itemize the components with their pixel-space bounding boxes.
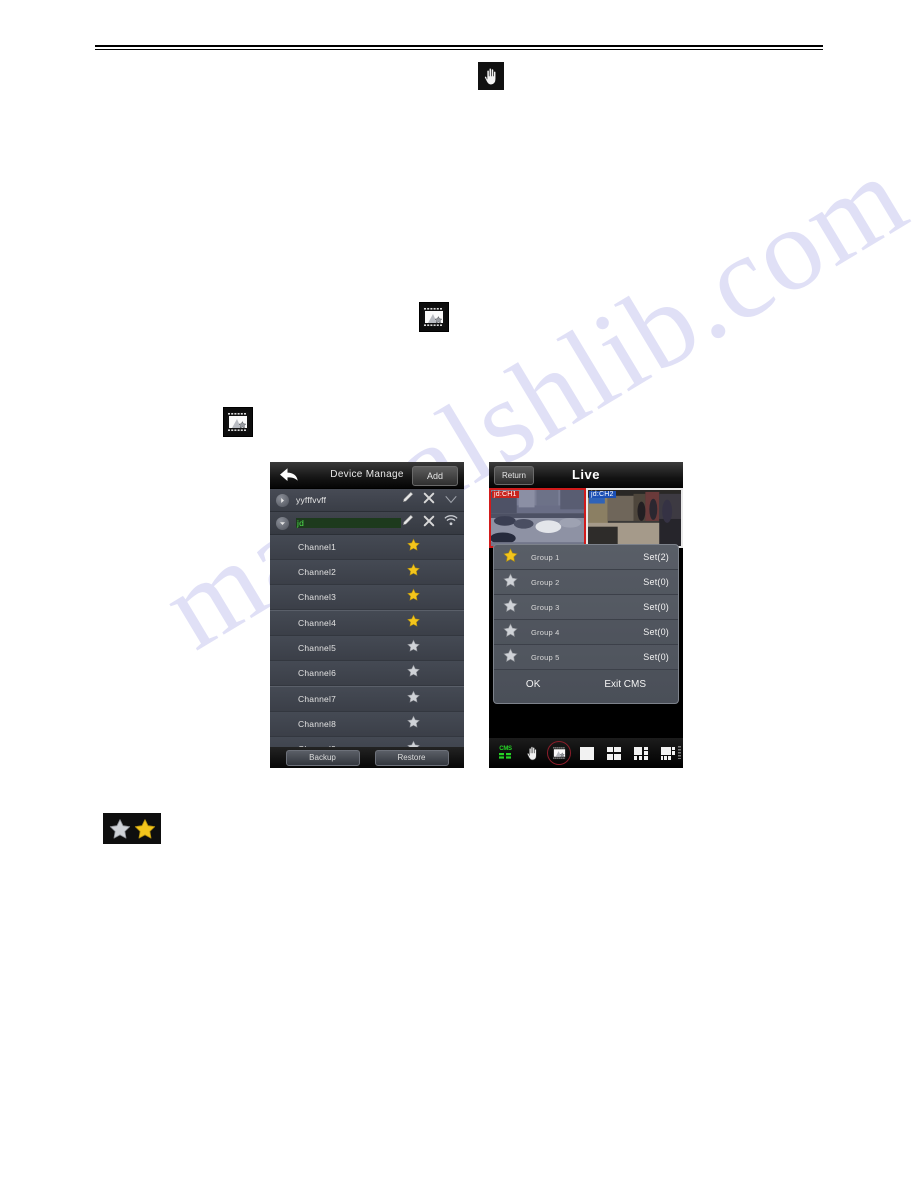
star-gold-icon[interactable] bbox=[407, 563, 420, 581]
cms-group-name: Group 1 bbox=[531, 552, 560, 562]
device-name: yyfffvvff bbox=[296, 495, 327, 505]
cms-group-set-button[interactable]: Set(0) bbox=[643, 577, 669, 587]
channel-row[interactable]: Channel6 bbox=[270, 661, 464, 686]
cms-group-icon[interactable] bbox=[551, 745, 568, 762]
channel-row[interactable]: Channel2 bbox=[270, 560, 464, 585]
cms-group-set-button[interactable]: Set(0) bbox=[643, 602, 669, 612]
channel-row[interactable]: Channel9 bbox=[270, 737, 464, 747]
channel-row[interactable]: Channel3 bbox=[270, 585, 464, 610]
cms-group-row[interactable]: Group 3 Set(0) bbox=[494, 595, 678, 620]
cms-group-set-button[interactable]: Set(2) bbox=[643, 552, 669, 562]
channel-row[interactable]: Channel5 bbox=[270, 636, 464, 661]
star-gray-icon bbox=[109, 819, 130, 839]
channel-row[interactable]: Channel1 bbox=[270, 535, 464, 560]
channel-label: Channel6 bbox=[298, 668, 336, 678]
cms-group-row[interactable]: Group 1 Set(2) bbox=[494, 545, 678, 570]
star-gray-icon[interactable] bbox=[503, 622, 519, 642]
device-manage-footer: Backup Restore bbox=[270, 747, 464, 768]
street-with-cars-scene bbox=[491, 490, 584, 546]
wifi-weak-icon bbox=[444, 491, 458, 509]
channel-tag: jd:CH1 bbox=[492, 491, 519, 498]
device-row[interactable]: jd bbox=[270, 512, 464, 535]
cms-group-icon bbox=[419, 302, 449, 332]
backup-button[interactable]: Backup bbox=[285, 750, 360, 766]
hand-icon[interactable] bbox=[524, 745, 541, 762]
add-button[interactable]: Add bbox=[412, 466, 458, 486]
video-tile[interactable]: jd:CH1 bbox=[489, 488, 586, 548]
cms-group-name: Group 5 bbox=[531, 652, 560, 662]
cms-panel-actions: OK Exit CMS bbox=[494, 670, 678, 698]
star-gray-icon[interactable] bbox=[503, 597, 519, 617]
delete-icon[interactable] bbox=[423, 514, 435, 532]
star-pair-icon bbox=[103, 813, 161, 844]
star-gold-icon[interactable] bbox=[503, 547, 519, 567]
device-manage-header: Device Manage Add bbox=[270, 462, 464, 489]
star-gray-icon[interactable] bbox=[407, 639, 420, 657]
hand-cursor-icon bbox=[478, 62, 504, 90]
live-header: Return Live bbox=[489, 462, 683, 488]
chevron-down-icon[interactable] bbox=[276, 516, 289, 530]
cms-group-set-button[interactable]: Set(0) bbox=[643, 627, 669, 637]
page-title: Live bbox=[571, 467, 600, 482]
layout-1-icon[interactable] bbox=[578, 745, 595, 762]
cms-group-name: Group 4 bbox=[531, 627, 560, 637]
device-manage-screenshot: Device Manage Add yyfffvvff jd Channel1 … bbox=[270, 462, 464, 768]
star-gold-icon[interactable] bbox=[407, 538, 420, 556]
cms-group-panel: Group 1 Set(2) Group 2 Set(0) Group 3 Se… bbox=[493, 544, 679, 704]
star-gold-icon[interactable] bbox=[407, 614, 420, 632]
channel-row[interactable]: Channel4 bbox=[270, 610, 464, 636]
star-gold-icon[interactable] bbox=[407, 588, 420, 606]
cms-group-row[interactable]: Group 2 Set(0) bbox=[494, 570, 678, 595]
video-tile[interactable]: jd:CH2 bbox=[586, 488, 683, 548]
star-gray-icon[interactable] bbox=[407, 740, 420, 747]
star-gray-icon[interactable] bbox=[407, 664, 420, 682]
star-gray-icon[interactable] bbox=[503, 572, 519, 592]
ok-button[interactable]: OK bbox=[494, 679, 572, 690]
cms-group-set-button[interactable]: Set(0) bbox=[643, 652, 669, 662]
channel-label: Channel4 bbox=[298, 618, 336, 628]
cms-icon-label: CMS bbox=[499, 745, 512, 752]
page-header-rule bbox=[95, 45, 823, 50]
channel-row[interactable]: Channel7 bbox=[270, 686, 464, 712]
live-view-screenshot: Return Live jd:CH1 jd:CH2 Group 1 Set(2)… bbox=[489, 462, 683, 768]
channel-label: Channel1 bbox=[298, 542, 336, 552]
delete-icon[interactable] bbox=[423, 491, 435, 509]
device-name: jd bbox=[296, 518, 401, 528]
channel-label: Channel9 bbox=[298, 744, 407, 747]
channel-label: Channel5 bbox=[298, 643, 336, 653]
layout-6-icon[interactable] bbox=[632, 745, 649, 762]
channel-row[interactable]: Channel8 bbox=[270, 712, 464, 737]
toolbar-scroll-hint[interactable] bbox=[678, 746, 681, 759]
channel-label: Channel3 bbox=[298, 592, 336, 602]
cms-group-row[interactable]: Group 4 Set(0) bbox=[494, 620, 678, 645]
cms-group-row[interactable]: Group 5 Set(0) bbox=[494, 645, 678, 670]
star-gold-icon bbox=[134, 819, 155, 839]
edit-icon[interactable] bbox=[401, 514, 414, 532]
restore-button[interactable]: Restore bbox=[374, 750, 449, 766]
channel-label: Channel8 bbox=[298, 719, 336, 729]
video-tile-grid: jd:CH1 jd:CH2 bbox=[489, 488, 683, 548]
wifi-strong-icon bbox=[444, 514, 458, 532]
layout-4-icon[interactable] bbox=[605, 745, 622, 762]
cms-group-icon bbox=[223, 407, 253, 437]
edit-icon[interactable] bbox=[401, 491, 414, 509]
cms-group-name: Group 2 bbox=[531, 577, 560, 587]
channel-label: Channel7 bbox=[298, 694, 336, 704]
indoor-shop-scene bbox=[588, 490, 681, 546]
device-row[interactable]: yyfffvvff bbox=[270, 489, 464, 512]
star-gray-icon[interactable] bbox=[407, 715, 420, 733]
layout-8-icon[interactable] bbox=[659, 745, 676, 762]
cms-group-name: Group 3 bbox=[531, 602, 560, 612]
live-toolbar: CMS bbox=[489, 738, 683, 768]
star-gray-icon[interactable] bbox=[503, 647, 519, 667]
star-gray-icon[interactable] bbox=[407, 690, 420, 708]
chevron-right-icon[interactable] bbox=[276, 493, 289, 507]
channel-label: Channel2 bbox=[298, 567, 336, 577]
exit-cms-button[interactable]: Exit CMS bbox=[572, 679, 678, 690]
channel-tag: jd:CH2 bbox=[589, 491, 616, 498]
device-list: yyfffvvff jd Channel1 Channel2 Channel3 … bbox=[270, 489, 464, 747]
cms-icon[interactable]: CMS bbox=[497, 745, 514, 762]
